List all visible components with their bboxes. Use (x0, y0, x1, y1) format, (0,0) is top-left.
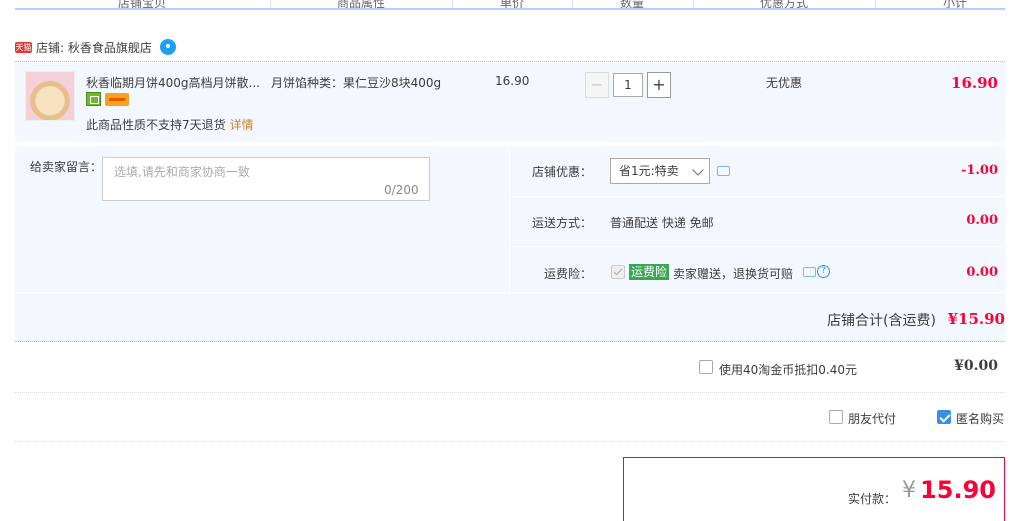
shop-line: 天猫 店铺: 秋香食品旗舰店 (15, 38, 176, 56)
insurance-value: 0.00 (966, 265, 998, 280)
quantity-input[interactable]: 1 (613, 73, 643, 97)
shop-total-value: ¥15.90 (947, 310, 1005, 328)
payment-value: 15.90 (920, 476, 996, 504)
header-divider (452, 0, 453, 8)
divider (15, 441, 1005, 442)
comment-icon[interactable] (717, 166, 730, 176)
shipping-label: 运送方式： (531, 216, 592, 230)
insurance-checkbox (611, 265, 625, 279)
message-placeholder: 选填,请先和商家协商一致 (114, 165, 250, 179)
return-note-text: 此商品性质不支持7天退货 (86, 118, 226, 132)
item-subtotal: 16.90 (951, 74, 998, 92)
return-note: 此商品性质不支持7天退货 详情 (86, 116, 254, 133)
message-char-count: 0/200 (384, 183, 419, 197)
payment-label: 实付款： (847, 492, 896, 506)
header-divider (693, 0, 694, 8)
message-label: 给卖家留言： (30, 160, 103, 174)
shop-name[interactable]: 店铺: 秋香食品旗舰店 (36, 39, 152, 56)
shop-discount-select[interactable]: 省1元:特卖 (610, 158, 710, 184)
divider (15, 392, 1005, 393)
header-col-discount: 优惠方式 (760, 0, 809, 8)
header-col-shop-item: 店铺宝贝 (118, 0, 167, 8)
decrease-button[interactable]: − (585, 72, 609, 98)
divider (510, 196, 1005, 197)
header-divider (875, 0, 876, 8)
shop-discount-label: 店铺优惠： (531, 165, 592, 179)
divider (15, 292, 1005, 293)
cart-table-header: 店铺宝贝 商品属性 单价 数量 优惠方式 小计 (15, 0, 1005, 10)
card-badge-icon (105, 93, 129, 106)
friend-pay-label[interactable]: 朋友代付 (848, 410, 896, 427)
item-discount: 无优惠 (766, 76, 803, 90)
anonymous-checkbox[interactable] (937, 410, 951, 424)
help-icon[interactable]: ? (817, 265, 830, 278)
header-divider (572, 0, 573, 8)
header-col-property: 商品属性 (337, 0, 386, 8)
insurance-text: 卖家赠送，退换货可赔 (673, 267, 794, 281)
insurance-badge: 运费险 (629, 264, 670, 280)
friend-pay-checkbox[interactable] (829, 410, 843, 424)
divider (510, 246, 1005, 247)
details-link[interactable]: 详情 (230, 118, 254, 132)
header-col-price: 单价 (500, 0, 525, 8)
comment-icon[interactable] (803, 267, 816, 277)
header-col-subtotal: 小计 (943, 0, 968, 8)
chat-bubble-icon[interactable] (159, 39, 176, 55)
shop-discount-selected: 省1元:特卖 (619, 164, 679, 178)
insurance-label: 运费险： (543, 267, 592, 281)
shipping-method: 普通配送 快递 免邮 (610, 216, 714, 230)
chevron-down-icon (692, 164, 704, 176)
product-thumbnail[interactable] (25, 71, 75, 121)
coins-checkbox[interactable] (699, 360, 713, 374)
coins-label[interactable]: 使用40淘金币抵扣0.40元 (719, 361, 857, 378)
coins-value: ¥0.00 (954, 358, 998, 374)
tmall-icon: 天猫 (15, 41, 32, 53)
shipping-value: 0.00 (966, 213, 998, 228)
shop-discount-value: -1.00 (960, 163, 998, 178)
quantity-stepper: − 1 + (585, 72, 671, 98)
shop-total-label: 店铺合计(含运费) (827, 313, 936, 329)
anonymous-label[interactable]: 匿名购买 (956, 410, 1004, 427)
header-col-quantity: 数量 (620, 0, 645, 8)
item-property: 月饼馅种类：果仁豆沙8块400g (271, 76, 442, 90)
payment-currency: ¥ (902, 478, 916, 503)
increase-button[interactable]: + (647, 72, 671, 98)
header-divider (270, 0, 271, 8)
item-unit-price: 16.90 (495, 74, 530, 88)
service-badge-icon (86, 92, 101, 106)
item-name[interactable]: 秋香临期月饼400g高档月饼散... (86, 74, 264, 91)
